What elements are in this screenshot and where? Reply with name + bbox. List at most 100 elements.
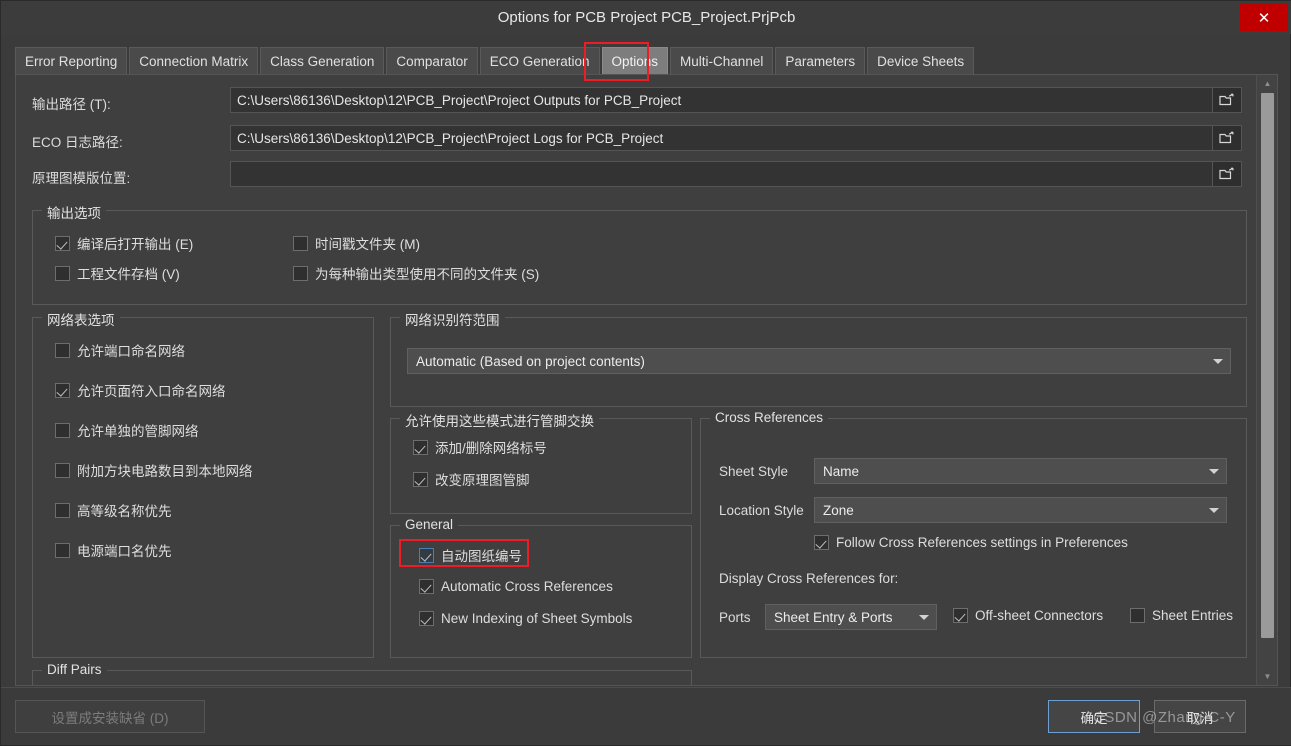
- general-title: General: [400, 517, 459, 532]
- checkbox-box: [814, 535, 829, 550]
- scrollbar-thumb[interactable]: [1261, 93, 1274, 638]
- ok-button[interactable]: 确定: [1048, 700, 1140, 733]
- checkbox-add-remove-net-labels[interactable]: 添加/删除网络标号: [413, 437, 547, 457]
- checkbox-label: 允许端口命名网络: [77, 344, 185, 359]
- cancel-button[interactable]: 取消: [1154, 700, 1246, 733]
- checkbox-box: [1130, 608, 1145, 623]
- netlist-options-group: 网络表选项 允许端口命名网络 允许页面符入口命名网络 允许单独的管脚网络 附加方…: [32, 309, 374, 658]
- eco-log-path-input[interactable]: C:\Users\86136\Desktop\12\PCB_Project\Pr…: [230, 125, 1213, 151]
- output-path-browse-button[interactable]: [1212, 87, 1242, 113]
- folder-open-icon: [1219, 131, 1234, 144]
- tab-error-reporting[interactable]: Error Reporting: [15, 47, 128, 74]
- vertical-scrollbar[interactable]: ▲ ▼: [1256, 75, 1277, 685]
- net-identifier-scope-select[interactable]: Automatic (Based on project contents): [407, 348, 1231, 374]
- ports-select[interactable]: Sheet Entry & Ports: [765, 604, 937, 630]
- tab-strip: Error Reporting Connection Matrix Class …: [15, 47, 1278, 75]
- checkbox-box: [419, 579, 434, 594]
- checkbox-box: [419, 547, 434, 563]
- checkbox-label: 编译后打开输出 (E): [77, 237, 194, 252]
- location-style-value: Zone: [823, 502, 854, 518]
- output-path-input[interactable]: C:\Users\86136\Desktop\12\PCB_Project\Pr…: [230, 87, 1213, 113]
- chevron-down-icon: [1213, 359, 1223, 364]
- checkbox-label: 电源端口名优先: [77, 544, 172, 559]
- checkbox-timestamp-folder[interactable]: 时间戳文件夹 (M): [293, 233, 420, 253]
- checkbox-power-port-names-take-priority[interactable]: 电源端口名优先: [55, 540, 172, 560]
- checkbox-box: [413, 471, 428, 487]
- sheet-style-select[interactable]: Name: [814, 458, 1227, 484]
- schematic-template-label: 原理图模版位置:: [32, 171, 131, 186]
- sheet-style-label: Sheet Style: [719, 464, 789, 479]
- checkbox-box: [419, 611, 434, 626]
- ports-label: Ports: [719, 610, 751, 625]
- page-title: Options for PCB Project PCB_Project.PrjP…: [497, 9, 796, 26]
- checkbox-label: 高等级名称优先: [77, 504, 172, 519]
- checkbox-open-output-after-compile[interactable]: 编译后打开输出 (E): [55, 233, 193, 253]
- checkbox-box: [953, 608, 968, 623]
- close-icon[interactable]: ✕: [1240, 4, 1288, 31]
- general-group: General 自动图纸编号 Automatic Cross Reference…: [390, 517, 692, 658]
- checkbox-label: Follow Cross References settings in Pref…: [836, 535, 1128, 550]
- checkbox-separate-folder-per-output-type[interactable]: 为每种输出类型使用不同的文件夹 (S): [293, 263, 539, 283]
- scroll-up-icon[interactable]: ▲: [1257, 75, 1277, 92]
- pin-swapping-group: 允许使用这些模式进行管脚交换 添加/删除网络标号 改变原理图管脚: [390, 410, 692, 514]
- checkbox-label: 改变原理图管脚: [435, 473, 530, 488]
- net-identifier-scope-group: 网络识别符范围 Automatic (Based on project cont…: [390, 309, 1247, 407]
- output-options-title: 输出选项: [42, 202, 106, 222]
- schematic-template-browse-button[interactable]: [1212, 161, 1242, 187]
- checkbox-append-sheet-numbers-local-nets[interactable]: 附加方块电路数目到本地网络: [55, 460, 253, 480]
- checkbox-allow-sheet-entry-names-nets[interactable]: 允许页面符入口命名网络: [55, 380, 226, 400]
- sheet-style-value: Name: [823, 463, 860, 479]
- checkbox-label: 为每种输出类型使用不同的文件夹 (S): [315, 267, 540, 282]
- folder-open-icon: [1219, 93, 1234, 106]
- location-style-select[interactable]: Zone: [814, 497, 1227, 523]
- net-identifier-scope-title: 网络识别符范围: [400, 309, 505, 329]
- checkbox-new-indexing-sheet-symbols[interactable]: New Indexing of Sheet Symbols: [419, 611, 632, 626]
- checkbox-box: [55, 235, 70, 251]
- checkbox-automatic-cross-references[interactable]: Automatic Cross References: [419, 579, 613, 594]
- scroll-down-icon[interactable]: ▼: [1257, 668, 1277, 685]
- chevron-down-icon: [919, 615, 929, 620]
- checkbox-label: 附加方块电路数目到本地网络: [77, 464, 253, 479]
- tab-parameters[interactable]: Parameters: [775, 47, 866, 74]
- checkbox-box: [293, 235, 308, 251]
- set-as-install-default-button[interactable]: 设置成安装缺省 (D): [15, 700, 205, 733]
- cross-references-title: Cross References: [710, 410, 829, 425]
- tab-class-generation[interactable]: Class Generation: [260, 47, 385, 74]
- checkbox-box: [293, 265, 308, 281]
- checkbox-allow-port-names-nets[interactable]: 允许端口命名网络: [55, 340, 185, 360]
- tab-eco-generation[interactable]: ECO Generation: [479, 47, 600, 74]
- checkbox-label: New Indexing of Sheet Symbols: [441, 611, 633, 626]
- tab-options[interactable]: Options: [601, 47, 669, 74]
- eco-log-path-browse-button[interactable]: [1212, 125, 1242, 151]
- checkbox-label: Sheet Entries: [1152, 608, 1234, 623]
- output-path-label: 输出路径 (T):: [32, 97, 111, 112]
- schematic-template-input[interactable]: [230, 161, 1213, 187]
- chevron-down-icon: [1209, 469, 1219, 474]
- cross-references-group: Cross References Sheet Style Name Locati…: [700, 410, 1247, 658]
- tab-multi-channel[interactable]: Multi-Channel: [670, 47, 774, 74]
- checkbox-allow-single-pin-nets[interactable]: 允许单独的管脚网络: [55, 420, 199, 440]
- netlist-options-title: 网络表选项: [42, 309, 120, 329]
- tab-comparator[interactable]: Comparator: [386, 47, 478, 74]
- display-cross-references-for-label: Display Cross References for:: [719, 571, 899, 586]
- checkbox-change-schematic-pins[interactable]: 改变原理图管脚: [413, 469, 530, 489]
- tab-connection-matrix[interactable]: Connection Matrix: [129, 47, 259, 74]
- tab-device-sheets[interactable]: Device Sheets: [867, 47, 975, 74]
- title-bar: Options for PCB Project PCB_Project.PrjP…: [1, 1, 1291, 34]
- checkbox-off-sheet-connectors[interactable]: Off-sheet Connectors: [953, 608, 1103, 623]
- checkbox-auto-sheet-numbering[interactable]: 自动图纸编号: [419, 545, 522, 565]
- checkbox-label: Automatic Cross References: [441, 579, 613, 594]
- options-dialog: Options for PCB Project PCB_Project.PrjP…: [0, 0, 1291, 746]
- checkbox-follow-cross-reference-preferences[interactable]: Follow Cross References settings in Pref…: [814, 535, 1128, 550]
- net-identifier-scope-value: Automatic (Based on project contents): [416, 353, 645, 369]
- diff-pairs-title: Diff Pairs: [42, 662, 107, 677]
- checkbox-sheet-entries[interactable]: Sheet Entries: [1130, 608, 1233, 623]
- options-scroll-area: 输出路径 (T): C:\Users\86136\Desktop\12\PCB_…: [16, 75, 1256, 685]
- checkbox-box: [413, 439, 428, 455]
- checkbox-archive-project-files[interactable]: 工程文件存档 (V): [55, 263, 180, 283]
- options-pane: 输出路径 (T): C:\Users\86136\Desktop\12\PCB_…: [15, 74, 1278, 686]
- pin-swapping-title: 允许使用这些模式进行管脚交换: [400, 410, 599, 430]
- checkbox-higher-level-names-take-priority[interactable]: 高等级名称优先: [55, 500, 172, 520]
- location-style-label: Location Style: [719, 503, 804, 518]
- checkbox-box: [55, 462, 70, 478]
